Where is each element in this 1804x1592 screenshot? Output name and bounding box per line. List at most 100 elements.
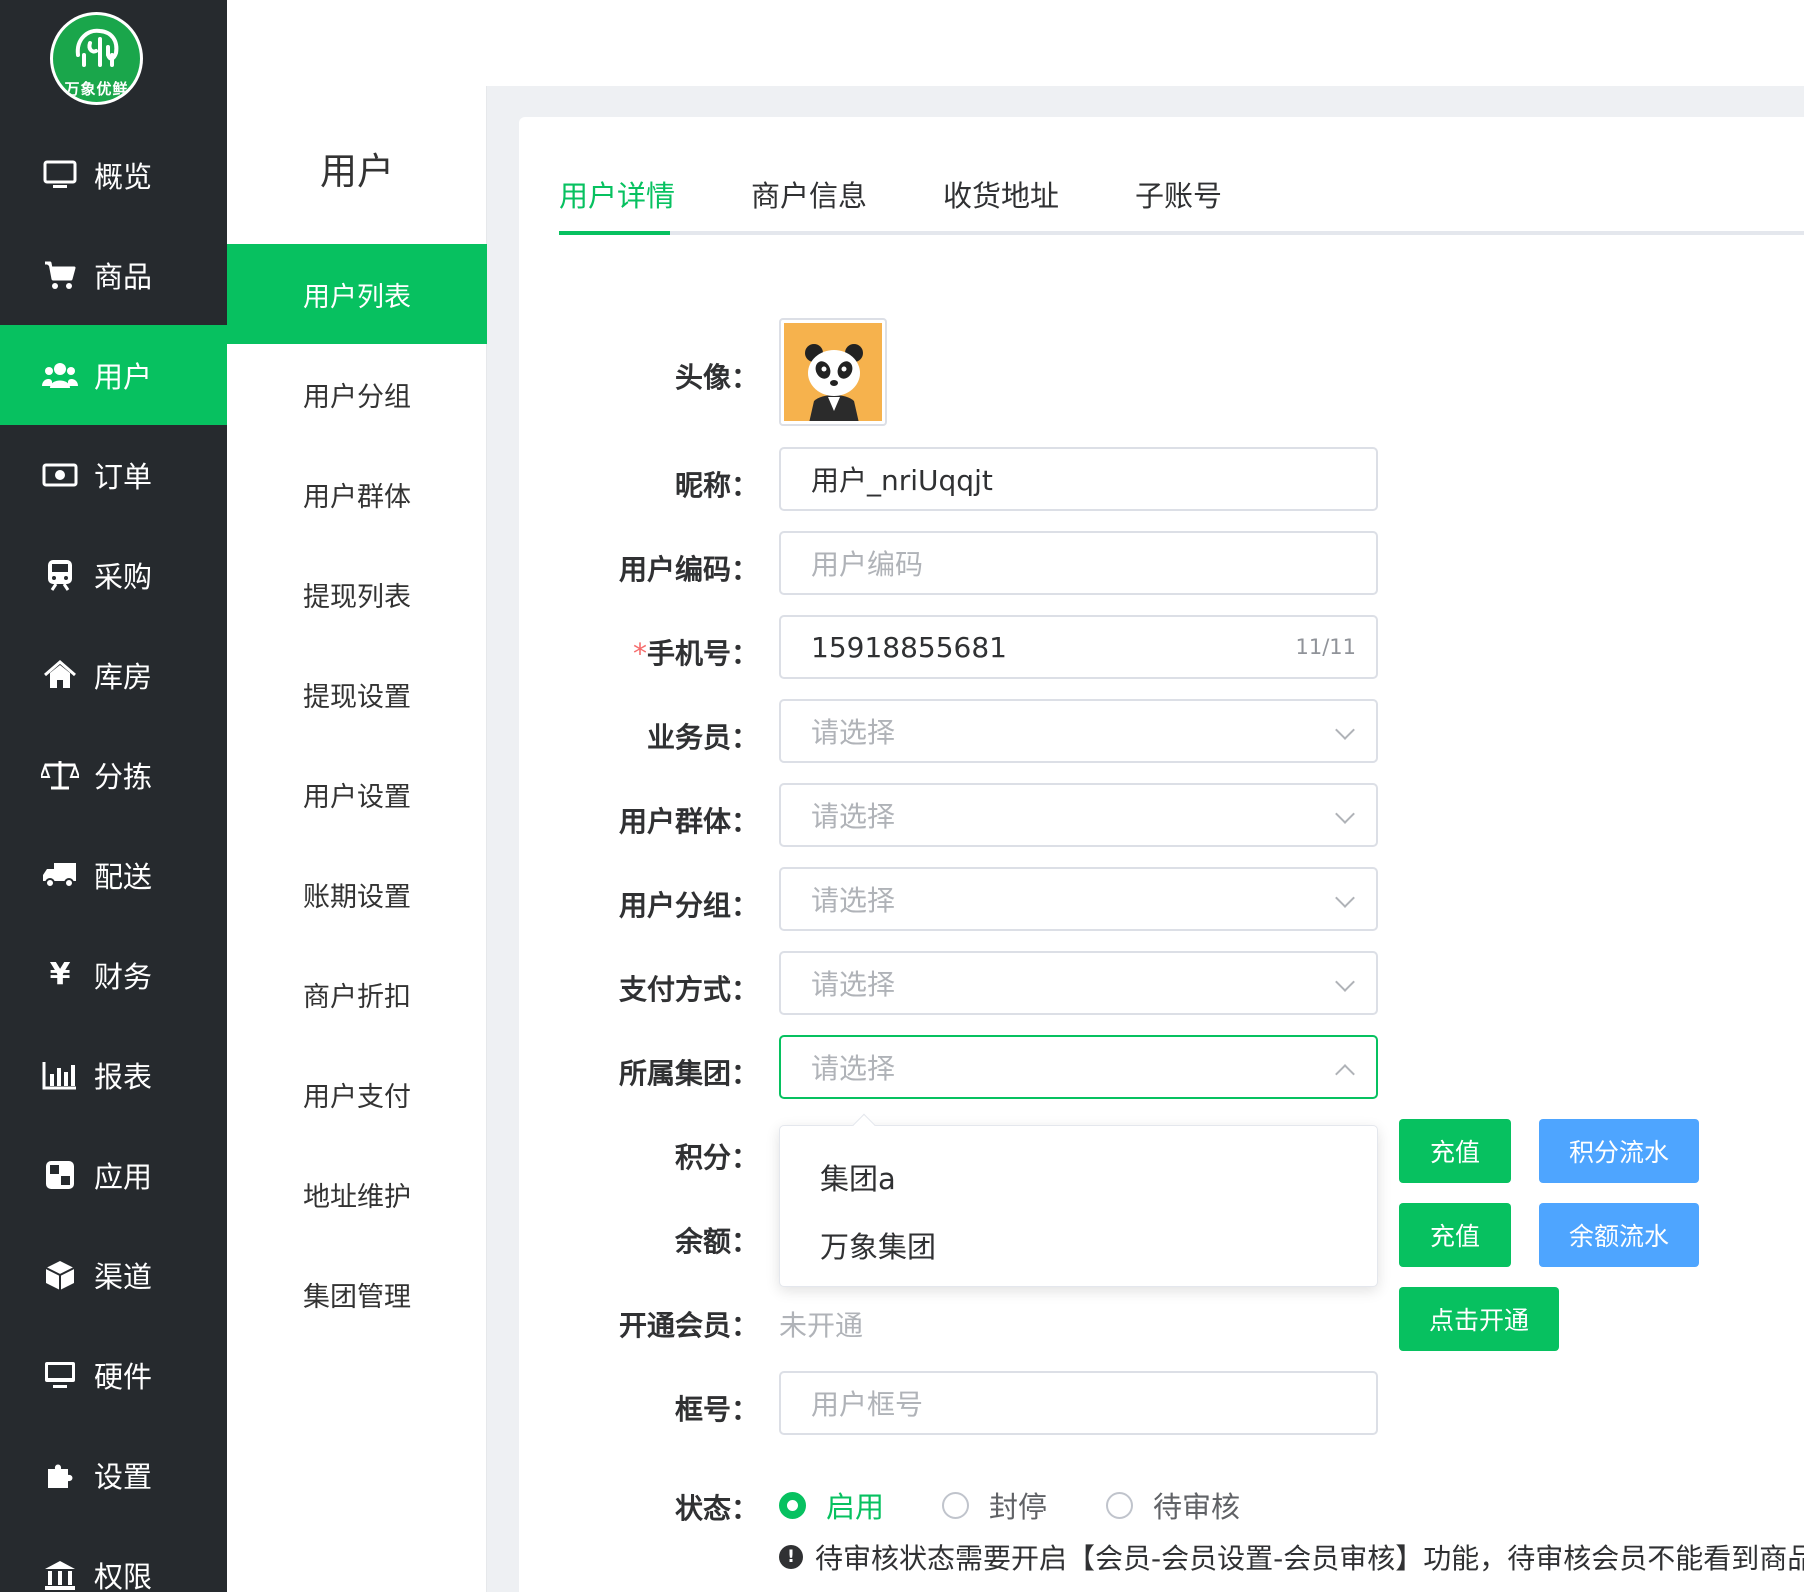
nav-label: 硬件 <box>94 1360 153 1394</box>
box-number-input[interactable]: 用户框号 <box>779 1371 1378 1435</box>
nav-label: 库房 <box>94 660 153 694</box>
brand-name: 万象优鲜 <box>64 80 129 98</box>
phone-char-count: 11/11 <box>1295 635 1356 659</box>
org-group-placeholder: 请选择 <box>811 1052 896 1085</box>
nav-item-purchase[interactable]: 采购 <box>0 525 227 625</box>
nav-item-users[interactable]: 用户 <box>0 325 227 425</box>
nav-label: 设置 <box>94 1460 153 1494</box>
user-group-select[interactable]: 请选择 <box>779 867 1378 931</box>
dropdown-option[interactable]: 集团a <box>820 1156 896 1198</box>
submenu-item-user-settings[interactable]: 用户设置 <box>227 744 487 844</box>
salesman-select[interactable]: 请选择 <box>779 699 1378 763</box>
chevron-up-icon <box>1335 1064 1355 1084</box>
apps-icon <box>40 1155 80 1195</box>
tab-sub-accounts[interactable]: 子账号 <box>1135 173 1222 231</box>
nav-item-channels[interactable]: 渠道 <box>0 1225 227 1325</box>
nav-item-sorting[interactable]: 分拣 <box>0 725 227 825</box>
nav-item-warehouse[interactable]: 库房 <box>0 625 227 725</box>
nav-item-apps[interactable]: 应用 <box>0 1125 227 1225</box>
home-icon <box>40 655 80 695</box>
scale-icon <box>40 755 80 795</box>
desktop-icon <box>40 1355 80 1395</box>
balance-label: 余额： <box>674 1225 759 1258</box>
status-radio-enabled[interactable]: 启用 <box>779 1484 884 1526</box>
nav-label: 配送 <box>94 860 153 894</box>
nav-item-finance[interactable]: ¥ 财务 <box>0 925 227 1025</box>
monitor-icon <box>40 155 80 195</box>
submenu-item-user-payment[interactable]: 用户支付 <box>227 1044 487 1144</box>
pending-status-tip: ! 待审核状态需要开启【会员-会员设置-会员审核】功能，待审核会员不能看到商品 <box>779 1537 1804 1577</box>
submenu-item-user-segments[interactable]: 用户群体 <box>227 444 487 544</box>
org-group-select[interactable]: 请选择 <box>779 1035 1378 1099</box>
submenu-item-merchant-discount[interactable]: 商户折扣 <box>227 944 487 1044</box>
nav-item-orders[interactable]: 订单 <box>0 425 227 525</box>
chevron-down-icon <box>1335 972 1355 992</box>
avatar[interactable] <box>779 318 887 426</box>
user-segment-select[interactable]: 请选择 <box>779 783 1378 847</box>
user-code-placeholder: 用户编码 <box>811 548 924 581</box>
open-membership-button[interactable]: 点击开通 <box>1399 1287 1559 1351</box>
tab-user-detail[interactable]: 用户详情 <box>559 173 675 231</box>
submenu-item-group-management[interactable]: 集团管理 <box>227 1244 487 1344</box>
main-nav: 万象优鲜 概览 商品 用户 订单 采购 库房 分拣 配送 ¥ 财务 报表 应用 … <box>0 0 227 1592</box>
submenu-item-withdraw-list[interactable]: 提现列表 <box>227 544 487 644</box>
brand-logo[interactable]: 万象优鲜 <box>50 12 143 105</box>
status-radio-pending[interactable]: 待审核 <box>1106 1484 1240 1526</box>
payment-method-label: 支付方式： <box>618 973 759 1006</box>
points-recharge-button[interactable]: 充值 <box>1399 1119 1511 1183</box>
nav-item-delivery[interactable]: 配送 <box>0 825 227 925</box>
submenu-title: 用户 <box>320 150 394 193</box>
top-bar <box>227 0 1804 86</box>
tab-merchant-info[interactable]: 商户信息 <box>751 173 867 231</box>
submenu-item-billing-period[interactable]: 账期设置 <box>227 844 487 944</box>
user-segment-label: 用户群体： <box>618 805 759 838</box>
radio-icon <box>1106 1491 1133 1519</box>
cart-icon <box>40 255 80 295</box>
submenu-item-user-groups[interactable]: 用户分组 <box>227 344 487 444</box>
bank-icon <box>40 1555 80 1592</box>
nav-item-hardware[interactable]: 硬件 <box>0 1325 227 1425</box>
user-detail-panel: 用户详情 商户信息 收货地址 子账号 头像： 昵称： 用户_nriUqqjt 用… <box>519 117 1804 1592</box>
status-radio-suspended[interactable]: 封停 <box>942 1484 1047 1526</box>
dropdown-caret <box>852 1113 876 1137</box>
radio-icon <box>942 1491 969 1519</box>
submenu-item-user-list[interactable]: 用户列表 <box>227 244 487 344</box>
user-group-placeholder: 请选择 <box>811 884 896 917</box>
puzzle-icon <box>40 1455 80 1495</box>
org-group-dropdown: 集团a 万象集团 <box>779 1113 1378 1287</box>
nav-item-overview[interactable]: 概览 <box>0 125 227 225</box>
train-icon <box>40 555 80 595</box>
phone-label: *手机号： <box>632 637 759 670</box>
nav-item-reports[interactable]: 报表 <box>0 1025 227 1125</box>
users-icon <box>40 355 80 395</box>
points-flow-button[interactable]: 积分流水 <box>1539 1119 1699 1183</box>
payment-method-placeholder: 请选择 <box>811 968 896 1001</box>
chevron-down-icon <box>1335 804 1355 824</box>
payment-method-select[interactable]: 请选择 <box>779 951 1378 1015</box>
submenu-item-withdraw-settings[interactable]: 提现设置 <box>227 644 487 744</box>
balance-recharge-button[interactable]: 充值 <box>1399 1203 1511 1267</box>
nav-item-settings[interactable]: 设置 <box>0 1425 227 1525</box>
org-group-label: 所属集团： <box>618 1057 759 1090</box>
phone-value: 15918855681 <box>811 630 1007 664</box>
radio-label: 待审核 <box>1153 1490 1241 1524</box>
chevron-down-icon <box>1335 720 1355 740</box>
phone-input[interactable]: 15918855681 11/11 <box>779 615 1378 679</box>
nickname-label: 昵称： <box>674 469 759 502</box>
yen-icon: ¥ <box>49 957 71 992</box>
submenu-item-address-maintenance[interactable]: 地址维护 <box>227 1144 487 1244</box>
cube-icon <box>40 1255 80 1295</box>
user-code-input[interactable]: 用户编码 <box>779 531 1378 595</box>
nav-item-permissions[interactable]: 权限 <box>0 1525 227 1592</box>
chevron-down-icon <box>1335 888 1355 908</box>
nickname-input[interactable]: 用户_nriUqqjt <box>779 447 1378 511</box>
balance-flow-button[interactable]: 余额流水 <box>1539 1203 1699 1267</box>
nav-label: 订单 <box>94 460 153 494</box>
nav-item-products[interactable]: 商品 <box>0 225 227 325</box>
tab-shipping-address[interactable]: 收货地址 <box>943 173 1059 231</box>
bar-chart-icon <box>40 1055 80 1095</box>
nav-label: 财务 <box>94 960 153 994</box>
panda-avatar-image <box>805 344 863 421</box>
user-group-label: 用户分组： <box>618 889 759 922</box>
dropdown-option[interactable]: 万象集团 <box>820 1224 936 1266</box>
